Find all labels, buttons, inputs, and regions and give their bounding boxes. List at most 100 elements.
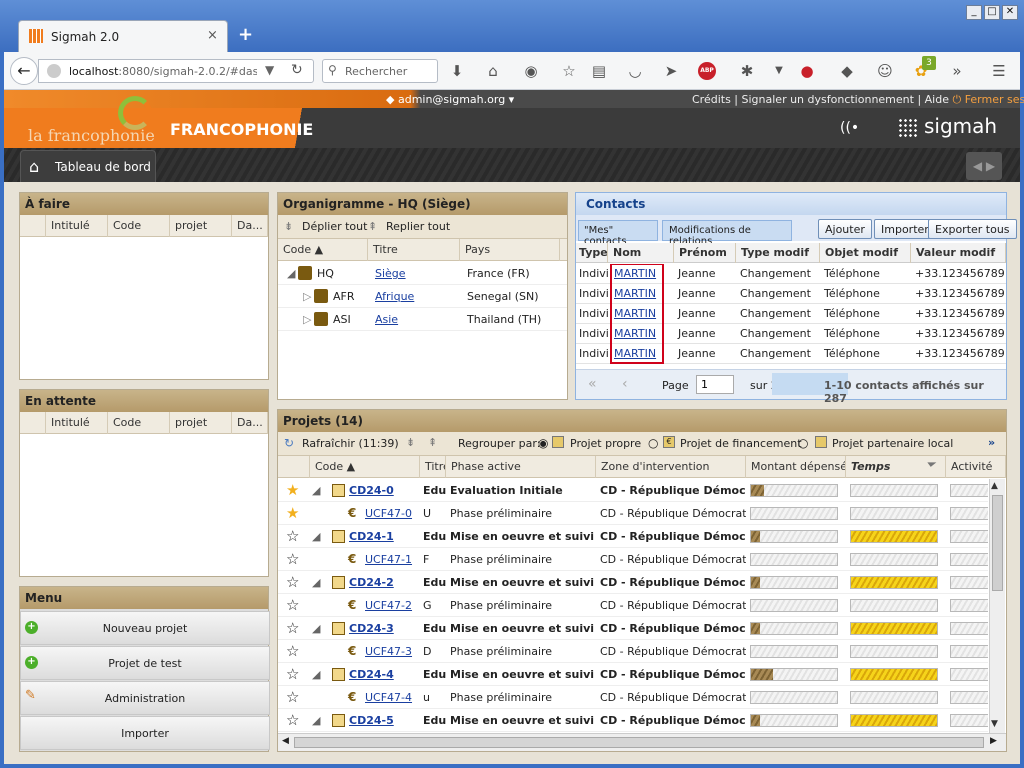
menu-new-project[interactable]: + Nouveau projet [20,611,270,645]
col-intitule[interactable]: Intitulé [46,412,108,434]
chat-icon[interactable]: ☺ [872,58,898,84]
project-code-link[interactable]: UCF47-2 [362,594,415,616]
menu-administration[interactable]: ✎ Administration [20,681,270,715]
logout-link[interactable]: ⏻ Fermer session [952,93,1024,106]
org-title-link[interactable]: Asie [370,308,403,330]
project-row[interactable]: ☆ € UCF47-4 u Phase préliminaire CD - Républi… [278,686,988,709]
opt-funding-project[interactable]: Projet de financement [680,437,802,450]
project-code-link[interactable]: UCF47-1 [362,548,415,570]
tree-expanded-icon[interactable]: ◢ [310,709,322,731]
col-date[interactable]: Da... [232,215,268,237]
favorite-star-icon[interactable]: ☆ [286,573,299,591]
project-row[interactable]: ☆ ◢ CD24-5 Edu Mise en oeuvre et suivi du CD … [278,709,988,732]
collapse-all-button[interactable]: Replier tout [386,220,450,233]
scroll-left-icon[interactable]: ◀ [282,736,289,746]
ladybug-extension-icon[interactable]: ● [794,58,820,84]
minimize-button[interactable]: _ [966,5,982,20]
col-projet[interactable]: projet [170,215,232,237]
owl-extension-icon[interactable]: ◉ [518,58,544,84]
project-row[interactable]: ☆ ◢ CD24-4 Edu Mise en oeuvre et suivi du CD … [278,663,988,686]
first-page-icon[interactable]: « [588,376,597,392]
search-bar[interactable]: ⚲ Rechercher [322,59,438,83]
project-row[interactable]: ☆ ◢ CD24-1 Edu Mise en oeuvre et suivi du CD … [278,525,988,548]
expand-icon[interactable]: ⇟ [406,436,415,449]
adblock-icon[interactable]: ABP [698,62,716,80]
project-row[interactable]: ☆ ◢ CD24-2 Edu Mise en oeuvre et suivi du CD … [278,571,988,594]
col-objet-modif[interactable]: Objet modif [820,243,911,263]
col-titre[interactable]: Titre [368,239,460,261]
radio-partner[interactable]: ○ [798,436,808,450]
favorite-star-icon[interactable]: ☆ [286,619,299,637]
more-options-icon[interactable]: » [988,436,995,449]
favorite-star-icon[interactable]: ☆ [286,665,299,683]
hamburger-menu-icon[interactable]: ☰ [986,58,1012,84]
org-row[interactable]: ▷ AFR Afrique Senegal (SN) [278,285,567,308]
favorite-star-icon[interactable]: ☆ [286,527,299,545]
browser-tab[interactable]: Sigmah 2.0 × [18,20,228,52]
expand-all-button[interactable]: Déplier tout [302,220,367,233]
col-code[interactable]: Code ▲ [310,456,420,478]
horizontal-scrollbar[interactable]: ◀ ▶ [278,733,1006,751]
project-row[interactable]: ☆ € UCF47-2 G Phase préliminaire CD - Républi… [278,594,988,617]
col-intitule[interactable]: Intitulé [46,215,108,237]
tab-relation-changes[interactable]: Modifications de relations [662,220,792,247]
tab-scroll-arrows[interactable]: ◀ ▶ [966,152,1002,180]
project-code-link[interactable]: CD24-2 [346,571,397,593]
col-projet[interactable]: projet [170,412,232,434]
tab-close-icon[interactable]: × [207,28,218,43]
header-links[interactable]: Crédits | Signaler un dysfonctionnement … [692,93,1024,107]
url-bar[interactable]: localhost:8080/sigmah-2.0.2/#dashbo ▼ ↻ [38,59,314,83]
col-prenom[interactable]: Prénom [674,243,736,263]
project-code-link[interactable]: CD24-3 [346,617,397,639]
vertical-scrollbar[interactable]: ▲ ▼ [989,479,1005,733]
bug-extension-icon[interactable]: ✱ [734,58,760,84]
maximize-button[interactable]: □ [984,5,1000,20]
org-title-link[interactable]: Afrique [370,285,419,307]
project-row[interactable]: ☆ € UCF47-1 F Phase préliminaire CD - Républi… [278,548,988,571]
col-type[interactable]: Type [576,243,608,263]
scroll-thumb[interactable] [992,495,1003,591]
project-row[interactable]: ☆ ◢ CD24-3 Edu Mise en oeuvre et suivi du CD … [278,617,988,640]
project-code-link[interactable]: UCF47-0 [362,502,415,524]
favorite-star-icon[interactable]: ☆ [286,642,299,660]
dropdown-arrow-icon[interactable]: ▼ [766,58,792,84]
col-titre[interactable]: Titre [420,456,446,478]
download-icon[interactable]: ⬇ [444,58,470,84]
favorite-star-icon[interactable]: ☆ [286,596,299,614]
send-icon[interactable]: ➤ [658,58,684,84]
back-button[interactable]: ← [10,57,38,85]
tree-expanded-icon[interactable]: ◢ [310,479,322,501]
tree-expanded-icon[interactable]: ◢ [310,571,322,593]
prev-page-icon[interactable]: ‹ [622,376,628,392]
add-contact-button[interactable]: Ajouter [818,219,872,239]
project-code-link[interactable]: CD24-1 [346,525,397,547]
reload-icon[interactable]: ↻ [291,62,303,78]
col-activity[interactable]: Activité [946,456,1006,478]
col-date[interactable]: Da... [232,412,268,434]
col-code[interactable]: Code [108,412,170,434]
project-code-link[interactable]: CD24-0 [346,479,397,501]
col-type-modif[interactable]: Type modif [736,243,820,263]
org-row[interactable]: ◢ HQ Siège France (FR) [278,262,567,285]
tree-expanded-icon[interactable]: ◢ [310,525,322,547]
dropdown-arrow-icon[interactable]: ▼ [265,63,274,77]
col-valeur-modif[interactable]: Valeur modif [911,243,1006,263]
favorite-star-icon[interactable]: ★ [286,481,299,499]
collapse-icon[interactable]: ⇞ [428,436,437,449]
col-pays[interactable]: Pays [460,239,560,261]
project-row[interactable]: ☆ € UCF47-3 D Phase préliminaire CD - Républi… [278,640,988,663]
reading-list-icon[interactable]: ▤ [586,58,612,84]
page-input[interactable] [696,375,734,394]
bookmark-star-icon[interactable]: ☆ [556,58,582,84]
project-code-link[interactable]: UCF47-4 [362,686,415,708]
opt-partner-project[interactable]: Projet partenaire local [832,437,953,450]
org-title-link[interactable]: Siège [370,262,411,284]
favorite-star-icon[interactable]: ☆ [286,550,299,568]
new-tab-button[interactable]: + [238,24,253,45]
favorite-star-icon[interactable]: ★ [286,504,299,522]
menu-test-project[interactable]: + Projet de test [20,646,270,680]
menu-import[interactable]: Importer [20,716,270,750]
col-phase[interactable]: Phase active [446,456,596,478]
project-code-link[interactable]: CD24-5 [346,709,397,731]
col-zone[interactable]: Zone d'intervention [596,456,746,478]
